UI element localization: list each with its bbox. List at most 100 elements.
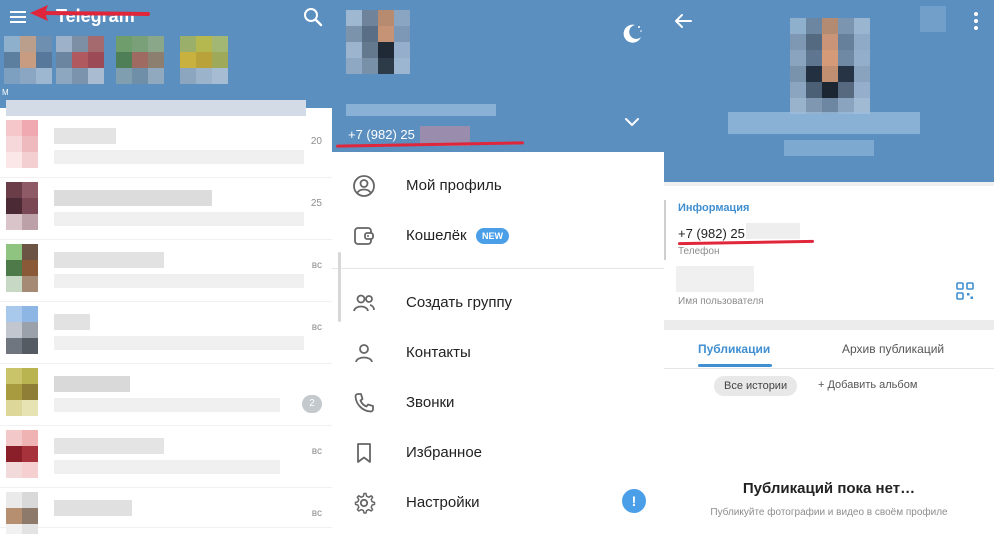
contacts-icon bbox=[355, 344, 373, 363]
qr-code-icon[interactable] bbox=[956, 282, 974, 300]
chat-time: вс bbox=[311, 260, 322, 271]
chat-avatar bbox=[6, 368, 38, 416]
night-mode-icon[interactable] bbox=[620, 22, 644, 46]
header-pixel-blur bbox=[920, 6, 946, 32]
chat-message-blur bbox=[54, 212, 304, 226]
stories-row[interactable] bbox=[0, 36, 332, 96]
profile-phone[interactable]: +7 (982) 25 bbox=[678, 226, 745, 241]
info-left-rule bbox=[664, 200, 666, 260]
side-menu-panel: +7 (982) 25 Мой профиль Кошелёк NEW Созд… bbox=[332, 0, 664, 534]
chat-message-blur bbox=[54, 460, 280, 474]
username-blur[interactable] bbox=[676, 266, 754, 292]
menu-icon[interactable] bbox=[8, 8, 28, 26]
back-arrow-icon[interactable] bbox=[672, 10, 694, 32]
menu-item-settings[interactable]: Настройки bbox=[332, 478, 664, 528]
story-avatar[interactable] bbox=[116, 36, 164, 88]
empty-state-subtitle: Публикуйте фотографии и видео в своём пр… bbox=[710, 507, 948, 518]
menu-item-calls[interactable]: Звонки bbox=[332, 378, 664, 428]
menu-item-label: Избранное bbox=[406, 444, 483, 461]
menu-item-contacts[interactable]: Контакты bbox=[332, 328, 664, 378]
chat-avatar bbox=[6, 306, 38, 354]
chat-name-blur bbox=[54, 128, 116, 144]
add-album-button[interactable]: + Добавить альбом bbox=[818, 379, 917, 391]
chat-time: вс bbox=[311, 508, 322, 519]
chat-row[interactable]: вс bbox=[0, 488, 332, 534]
chat-avatar bbox=[6, 492, 38, 534]
chat-list-header: Telegram М bbox=[0, 0, 332, 108]
chat-name-blur bbox=[54, 438, 164, 454]
menu-name-blur bbox=[346, 104, 496, 116]
chat-row[interactable]: 20 bbox=[0, 116, 332, 178]
wallet-icon bbox=[354, 227, 374, 245]
chevron-down-icon[interactable] bbox=[622, 112, 642, 132]
info-title: Информация bbox=[678, 202, 750, 214]
chat-row[interactable]: вс bbox=[0, 426, 332, 488]
menu-item-profile[interactable]: Мой профиль bbox=[332, 161, 664, 211]
chat-name-blur bbox=[54, 190, 212, 206]
story-avatar[interactable] bbox=[180, 36, 228, 88]
menu-phone: +7 (982) 25 bbox=[348, 127, 415, 142]
red-underline-annotation bbox=[335, 141, 525, 148]
story-label: М bbox=[2, 88, 9, 97]
chat-row[interactable]: вс bbox=[0, 240, 332, 302]
phone-label: Телефон bbox=[678, 246, 720, 257]
menu-divider bbox=[332, 268, 664, 269]
menu-item-label: Создать группу bbox=[406, 294, 513, 311]
chat-message-blur bbox=[54, 336, 304, 350]
menu-header: +7 (982) 25 bbox=[332, 0, 664, 152]
phone-redaction bbox=[746, 223, 800, 239]
username-label: Имя пользователя bbox=[678, 296, 764, 307]
chat-row[interactable]: 25 bbox=[0, 178, 332, 240]
chat-avatar bbox=[6, 430, 38, 478]
chat-avatar bbox=[6, 244, 38, 292]
profile-icon bbox=[353, 175, 375, 197]
chat-time: вс bbox=[311, 322, 322, 333]
menu-item-label: Кошелёк bbox=[406, 227, 467, 244]
chat-name-blur bbox=[54, 376, 130, 392]
chat-name-blur bbox=[54, 500, 132, 516]
chat-time: вс bbox=[311, 446, 322, 457]
bookmark-icon bbox=[357, 443, 371, 463]
story-avatar[interactable] bbox=[4, 36, 52, 88]
chat-message-blur bbox=[54, 398, 280, 412]
chat-name-blur bbox=[54, 252, 164, 268]
red-arrow-annotation bbox=[30, 5, 150, 21]
chat-avatar bbox=[6, 120, 38, 168]
new-badge: NEW bbox=[476, 228, 509, 244]
menu-item-label: Контакты bbox=[406, 344, 471, 361]
all-stories-chip[interactable]: Все истории bbox=[714, 376, 798, 396]
menu-item-new-group[interactable]: Создать группу bbox=[332, 278, 664, 328]
empty-state-title: Публикаций пока нет… bbox=[742, 480, 916, 497]
tabs-divider bbox=[664, 368, 994, 369]
chat-time: 25 bbox=[310, 198, 322, 209]
chat-message-blur bbox=[54, 150, 304, 164]
story-avatar[interactable] bbox=[56, 36, 104, 88]
chat-avatar bbox=[6, 182, 38, 230]
chat-time: 20 bbox=[310, 136, 322, 147]
profile-status-blur bbox=[784, 140, 874, 156]
profile-avatar[interactable] bbox=[790, 18, 870, 114]
chat-list-panel: Telegram М 20 25 вс вс 2 вс вс bbox=[0, 0, 332, 534]
info-card: Информация +7 (982) 25 Телефон Имя польз… bbox=[664, 186, 994, 320]
chat-message-blur bbox=[54, 274, 304, 288]
tab-posts-archive[interactable]: Архив публикаций bbox=[842, 342, 944, 356]
settings-alert-badge: ! bbox=[622, 489, 646, 513]
pinned-strip bbox=[6, 100, 306, 116]
menu-avatar[interactable] bbox=[346, 10, 410, 74]
profile-header bbox=[664, 0, 994, 182]
menu-item-label: Звонки bbox=[406, 394, 455, 411]
profile-name-blur bbox=[728, 112, 920, 134]
search-icon[interactable] bbox=[302, 6, 324, 28]
group-icon bbox=[353, 294, 375, 312]
menu-item-label: Настройки bbox=[406, 494, 480, 511]
tab-indicator bbox=[698, 364, 772, 367]
menu-item-saved[interactable]: Избранное bbox=[332, 428, 664, 478]
posts-section: Публикации Архив публикаций Все истории … bbox=[664, 330, 994, 534]
unread-badge: 2 bbox=[302, 395, 322, 413]
chat-name-blur bbox=[54, 314, 90, 330]
chat-row[interactable]: вс bbox=[0, 302, 332, 364]
profile-panel: Информация +7 (982) 25 Телефон Имя польз… bbox=[664, 0, 994, 534]
tab-posts[interactable]: Публикации bbox=[698, 342, 770, 356]
chat-row[interactable]: 2 bbox=[0, 364, 332, 426]
more-vertical-icon[interactable] bbox=[966, 10, 986, 32]
